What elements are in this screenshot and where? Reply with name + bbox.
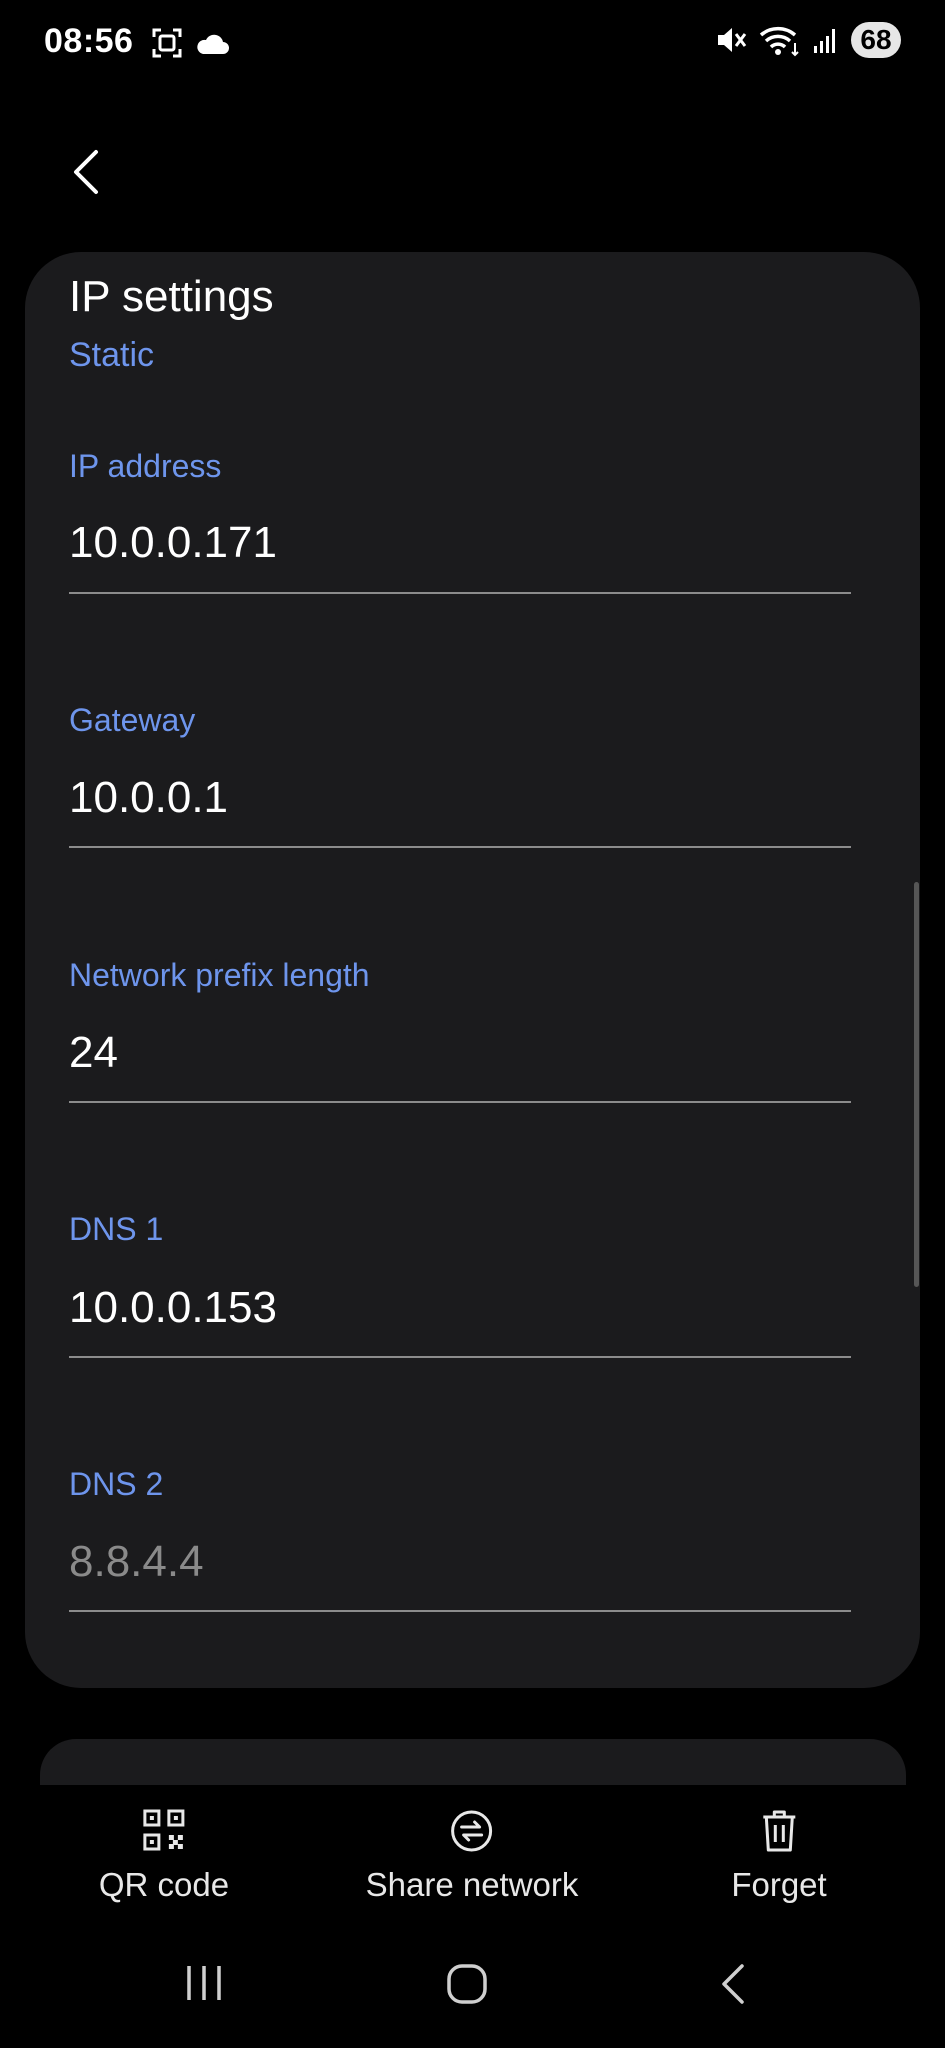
qr-code-icon <box>143 1809 185 1851</box>
forget-label: Forget <box>731 1866 827 1903</box>
share-network-icon <box>451 1810 493 1852</box>
dns2-input[interactable]: 8.8.4.4 <box>69 1537 204 1587</box>
share-network-label: Share network <box>365 1866 579 1903</box>
status-left-icons <box>150 26 230 60</box>
home-icon[interactable] <box>445 1962 489 2006</box>
back-button[interactable] <box>64 146 112 198</box>
dns1-underline <box>69 1356 851 1358</box>
system-nav-bar <box>0 1940 945 2030</box>
signal-icon <box>814 29 835 53</box>
wifi-icon <box>759 27 799 57</box>
recent-apps-icon[interactable] <box>184 1962 224 2004</box>
status-right-icons: 68 <box>715 22 901 58</box>
dns1-label: DNS 1 <box>69 1211 164 1247</box>
mute-icon <box>718 28 747 52</box>
qr-code-button[interactable]: QR code <box>99 1806 229 1904</box>
ip-address-underline <box>69 592 851 594</box>
forget-button[interactable]: Forget <box>731 1806 827 1904</box>
back-arrow-icon <box>74 150 98 194</box>
next-card-peek <box>40 1739 906 1785</box>
status-time: 08:56 <box>44 22 134 60</box>
cloud-icon <box>197 34 229 54</box>
back-icon[interactable] <box>716 1962 750 2006</box>
share-network-button[interactable]: Share network <box>365 1806 579 1904</box>
scrollbar[interactable] <box>914 882 919 1287</box>
gateway-input[interactable]: 10.0.0.1 <box>69 773 228 823</box>
ip-settings-title[interactable]: IP settings <box>69 272 274 322</box>
qr-code-label: QR code <box>98 1866 230 1903</box>
gateway-label: Gateway <box>69 702 196 738</box>
dns1-input[interactable]: 10.0.0.153 <box>69 1283 277 1333</box>
dns2-underline <box>69 1610 851 1612</box>
dns2-label: DNS 2 <box>69 1466 164 1502</box>
ip-address-label: IP address <box>69 448 222 484</box>
ip-settings-mode[interactable]: Static <box>69 336 154 375</box>
status-bar: 08:56 68 <box>0 0 945 90</box>
ip-address-input[interactable]: 10.0.0.171 <box>69 518 277 568</box>
network-prefix-length-underline <box>69 1101 851 1103</box>
network-prefix-length-label: Network prefix length <box>69 957 370 993</box>
battery-indicator: 68 <box>851 22 901 58</box>
trash-icon <box>763 1810 795 1852</box>
screenshot-icon <box>152 28 182 58</box>
gateway-underline <box>69 846 851 848</box>
network-prefix-length-input[interactable]: 24 <box>69 1028 118 1078</box>
